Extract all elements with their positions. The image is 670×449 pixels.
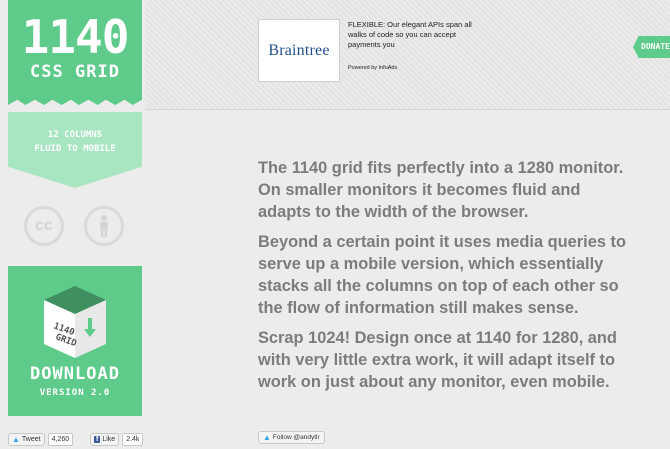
donate-button[interactable]: DONATE: [633, 36, 670, 58]
download-button[interactable]: 1140 GRID DOWNLOAD VERSION 2.0: [8, 266, 142, 416]
tagline-line2: FLUID TO MOBILE: [34, 144, 116, 154]
like-label: Like: [102, 435, 116, 443]
tweet-count: 4,260: [47, 432, 74, 446]
text-line: adapts to the width of the browser.: [258, 203, 529, 221]
text-line: On smaller monitors it becomes fluid and: [258, 181, 581, 199]
download-version: VERSION 2.0: [39, 388, 111, 398]
tweet-widget: ▲ Tweet 4,260: [8, 432, 74, 446]
like-count: 2.4k: [122, 432, 144, 446]
text-line: work on just about any monitor, even mob…: [258, 373, 610, 391]
tweet-label: Tweet: [21, 435, 41, 443]
twitter-bird-icon: ▲: [263, 433, 271, 442]
tagline-line1: 12 COLUMNS: [47, 130, 103, 140]
text-line: the flow of information still makes sens…: [258, 299, 579, 317]
paragraph-1: The 1140 grid fits perfectly into a 1280…: [258, 157, 670, 223]
ad-headline[interactable]: FLEXIBLE: Our elegant APIs span all walk…: [348, 20, 488, 50]
tagline-banner: 12 COLUMNS FLUID TO MOBILE: [8, 112, 142, 188]
logo-subtitle: CSS GRID: [30, 62, 120, 82]
follow-button[interactable]: ▲ Follow @andytlr: [258, 431, 325, 444]
person-icon: [100, 215, 108, 237]
facebook-icon: f: [94, 435, 101, 443]
ad-logo[interactable]: Braintree: [258, 19, 340, 82]
text-line: Scrap 1024! Design once at 1140 for 1280…: [258, 329, 617, 347]
twitter-bird-icon: ▲: [12, 434, 20, 444]
paragraph-2: Beyond a certain point it uses media que…: [258, 231, 670, 319]
text-line: serve up a mobile version, which essenti…: [258, 255, 604, 273]
download-box-icon: 1140 GRID: [44, 286, 106, 358]
site-logo[interactable]: 1140 CSS GRID: [8, 0, 142, 105]
text-line: The 1140 grid fits perfectly into a 1280…: [258, 159, 624, 177]
creative-commons-icon[interactable]: cc: [24, 206, 64, 246]
paragraph-3: Scrap 1024! Design once at 1140 for 1280…: [258, 327, 670, 393]
sidebar: 1140 CSS GRID 12 COLUMNS FLUID TO MOBILE…: [0, 0, 145, 449]
ad-powered-by[interactable]: Powered by InfuAds: [348, 65, 397, 71]
follow-label: Follow @andytlr: [272, 434, 320, 441]
text-line: Beyond a certain point it uses media que…: [258, 233, 626, 251]
like-widget: f Like 2.4k: [90, 432, 144, 446]
download-title: DOWNLOAD: [30, 364, 120, 384]
text-line: with very little extra work, it will ada…: [258, 351, 616, 369]
logo-title: 1140: [21, 10, 130, 64]
main-content: The 1140 grid fits perfectly into a 1280…: [258, 157, 670, 401]
like-button[interactable]: f Like: [90, 432, 120, 446]
tweet-button[interactable]: ▲ Tweet: [8, 432, 45, 446]
text-line: stacks all the columns on top of each ot…: [258, 277, 619, 295]
ad-brand: Braintree: [268, 41, 330, 59]
cc-icon-label: cc: [35, 217, 53, 234]
attribution-person-icon[interactable]: [84, 206, 124, 246]
